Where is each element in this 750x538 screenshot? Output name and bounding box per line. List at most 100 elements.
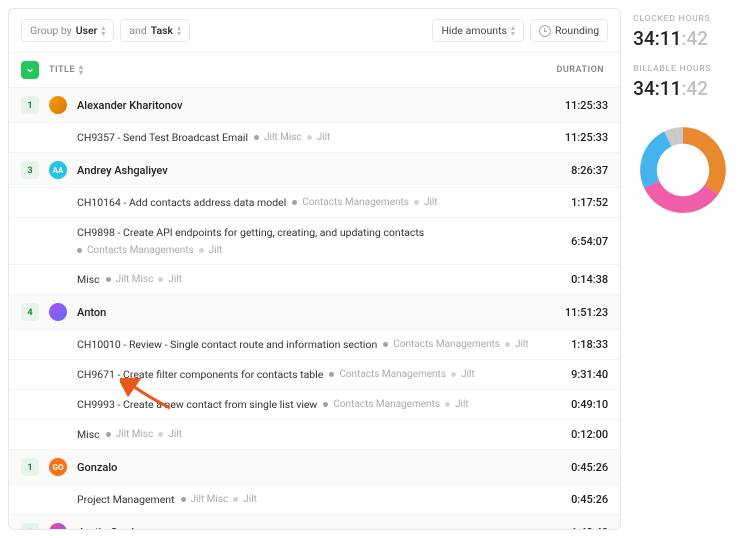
- task-line: CH9898 - Create API endpoints for gettin…: [77, 226, 561, 256]
- and-value: Task: [151, 24, 173, 37]
- task-row[interactable]: MiscJilt MiscJilt0:14:38: [9, 265, 620, 295]
- task-meta: Jilt MiscJilt: [106, 274, 182, 285]
- collapse-all-button[interactable]: [21, 61, 39, 79]
- tag: Jilt: [317, 132, 331, 143]
- tag-dot: [505, 342, 510, 347]
- tag-dot: [292, 200, 297, 205]
- toolbar: Group by User ▴▾ and Task ▴▾ Hide amount…: [9, 9, 620, 53]
- task-row[interactable]: CH10164 - Add contacts address data mode…: [9, 188, 620, 218]
- tag-dot: [445, 402, 450, 407]
- column-title[interactable]: TITLE ▴▾: [49, 64, 83, 76]
- tag-dot: [158, 432, 163, 437]
- user-name: Gonzalo: [77, 461, 117, 474]
- hide-amounts-button[interactable]: Hide amounts ▴▾: [432, 19, 524, 42]
- rounding-button[interactable]: Rounding: [530, 19, 608, 42]
- task-meta: Contacts ManagementsJilt: [77, 245, 222, 256]
- tag-dot: [158, 277, 163, 282]
- tag: Contacts Managements: [339, 369, 446, 380]
- task-row[interactable]: CH9357 - Send Test Broadcast Email Jilt M…: [9, 123, 620, 153]
- avatar: AA: [49, 161, 67, 179]
- duration: 9:31:40: [571, 368, 608, 381]
- tag-dot: [329, 372, 334, 377]
- duration: 0:12:00: [571, 428, 608, 441]
- tag: Jilt Misc: [116, 429, 154, 440]
- tag: Jilt Misc: [264, 132, 302, 143]
- group-by-label: Group by: [30, 24, 72, 37]
- user-name: Anton: [77, 306, 106, 319]
- task-line: CH9993 - Create a new contact from singl…: [77, 398, 469, 411]
- rounding-label: Rounding: [555, 24, 599, 37]
- user-name: Andrey Ashgaliyev: [77, 164, 168, 177]
- clocked-hours-value: 34:11:42: [633, 27, 738, 50]
- sort-icon: ▴▾: [511, 25, 515, 37]
- avatar: [49, 96, 67, 114]
- duration: 0:45:26: [571, 493, 608, 506]
- task-title: CH10164 - Add contacts address data mode…: [77, 196, 286, 209]
- sort-icon: ▴▾: [177, 25, 181, 37]
- and-label: and: [129, 24, 146, 37]
- tag: Contacts Managements: [87, 245, 194, 256]
- task-meta: Contacts Managements Jilt: [383, 339, 528, 350]
- user-row[interactable]: 3AAAndrey Ashgaliyev8:26:37: [9, 153, 620, 188]
- clock-icon: [539, 25, 551, 37]
- tag-dot: [323, 402, 328, 407]
- task-line: Misc Jilt MiscJilt: [77, 273, 182, 286]
- group-by-selector[interactable]: Group by User ▴▾: [21, 19, 114, 42]
- hide-amounts-label: Hide amounts: [441, 24, 507, 37]
- task-count-badge: 4: [21, 303, 39, 321]
- task-row[interactable]: Project Management Jilt Misc Jilt 0:45:26: [9, 485, 620, 515]
- task-row[interactable]: CH9671 - Create filter components for co…: [9, 360, 620, 390]
- tag: Jilt: [515, 339, 529, 350]
- task-title: Misc: [77, 273, 100, 286]
- duration: 11:51:23: [565, 306, 608, 319]
- task-meta: Contacts ManagementsJilt: [292, 197, 437, 208]
- tag: Contacts Managements: [393, 339, 500, 350]
- task-line: CH10164 - Add contacts address data mode…: [77, 196, 438, 209]
- user-row[interactable]: 1Justin Gordon1:42:43: [9, 515, 620, 530]
- user-row[interactable]: 1Alexander Kharitonov11:25:33: [9, 88, 620, 123]
- avatar: [49, 303, 67, 321]
- task-count-badge: 1: [21, 458, 39, 476]
- duration: 0:45:26: [571, 461, 608, 474]
- task-line: CH9357 - Send Test Broadcast Email Jilt M…: [77, 131, 330, 144]
- task-title: CH9357 - Send Test Broadcast Email: [77, 131, 248, 144]
- task-line: MiscJilt MiscJilt: [77, 428, 182, 441]
- task-row[interactable]: CH9898 - Create API endpoints for gettin…: [9, 218, 620, 265]
- tag: Contacts Managements: [302, 197, 409, 208]
- tag-dot: [383, 342, 388, 347]
- task-row[interactable]: CH10010 - Review - Single contact route …: [9, 330, 620, 360]
- tag-dot: [307, 135, 312, 140]
- user-row[interactable]: 1 GO Gonzalo 0:45:26: [9, 450, 620, 485]
- time-report-table: Group by User ▴▾ and Task ▴▾ Hide amount…: [8, 8, 621, 530]
- tag-dot: [106, 277, 111, 282]
- billable-hours-value: 34:11:42: [633, 77, 738, 100]
- avatar: GO: [49, 458, 67, 476]
- hours-donut-chart: [633, 120, 733, 220]
- group-by-value: User: [76, 24, 98, 37]
- tag-dot: [414, 200, 419, 205]
- tag-dot: [106, 432, 111, 437]
- task-line: CH9671 - Create filter components for co…: [77, 368, 475, 381]
- task-meta: Jilt Misc Jilt: [254, 132, 330, 143]
- sidebar: CLOCKED HOURS 34:11:42 BILLABLE HOURS 34…: [621, 0, 750, 538]
- task-title: CH9898 - Create API endpoints for gettin…: [77, 226, 424, 239]
- tag: Jilt Misc: [116, 274, 154, 285]
- task-title: Project Management: [77, 493, 175, 506]
- group-and-selector[interactable]: and Task ▴▾: [120, 19, 190, 42]
- task-row[interactable]: MiscJilt MiscJilt 0:12:00: [9, 420, 620, 450]
- billable-hours-label: BILLABLE HOURS: [633, 64, 738, 74]
- duration: 0:49:10: [571, 398, 608, 411]
- table-body: 1Alexander Kharitonov11:25:33 CH9357 - Se…: [9, 88, 620, 530]
- user-row[interactable]: 4 Anton 11:51:23: [9, 295, 620, 330]
- tag: Jilt: [243, 494, 257, 505]
- column-duration[interactable]: DURATION: [557, 65, 609, 75]
- task-row[interactable]: CH9993 - Create a new contact from singl…: [9, 390, 620, 420]
- duration: 6:54:07: [571, 235, 608, 248]
- task-line: CH10010 - Review - Single contact route …: [77, 338, 529, 351]
- task-title: CH10010 - Review - Single contact route …: [77, 338, 377, 351]
- tag-dot: [451, 372, 456, 377]
- tag: Jilt Misc: [191, 494, 229, 505]
- task-count-badge: 3: [21, 161, 39, 179]
- tag-dot: [233, 497, 238, 502]
- tag-dot: [77, 248, 82, 253]
